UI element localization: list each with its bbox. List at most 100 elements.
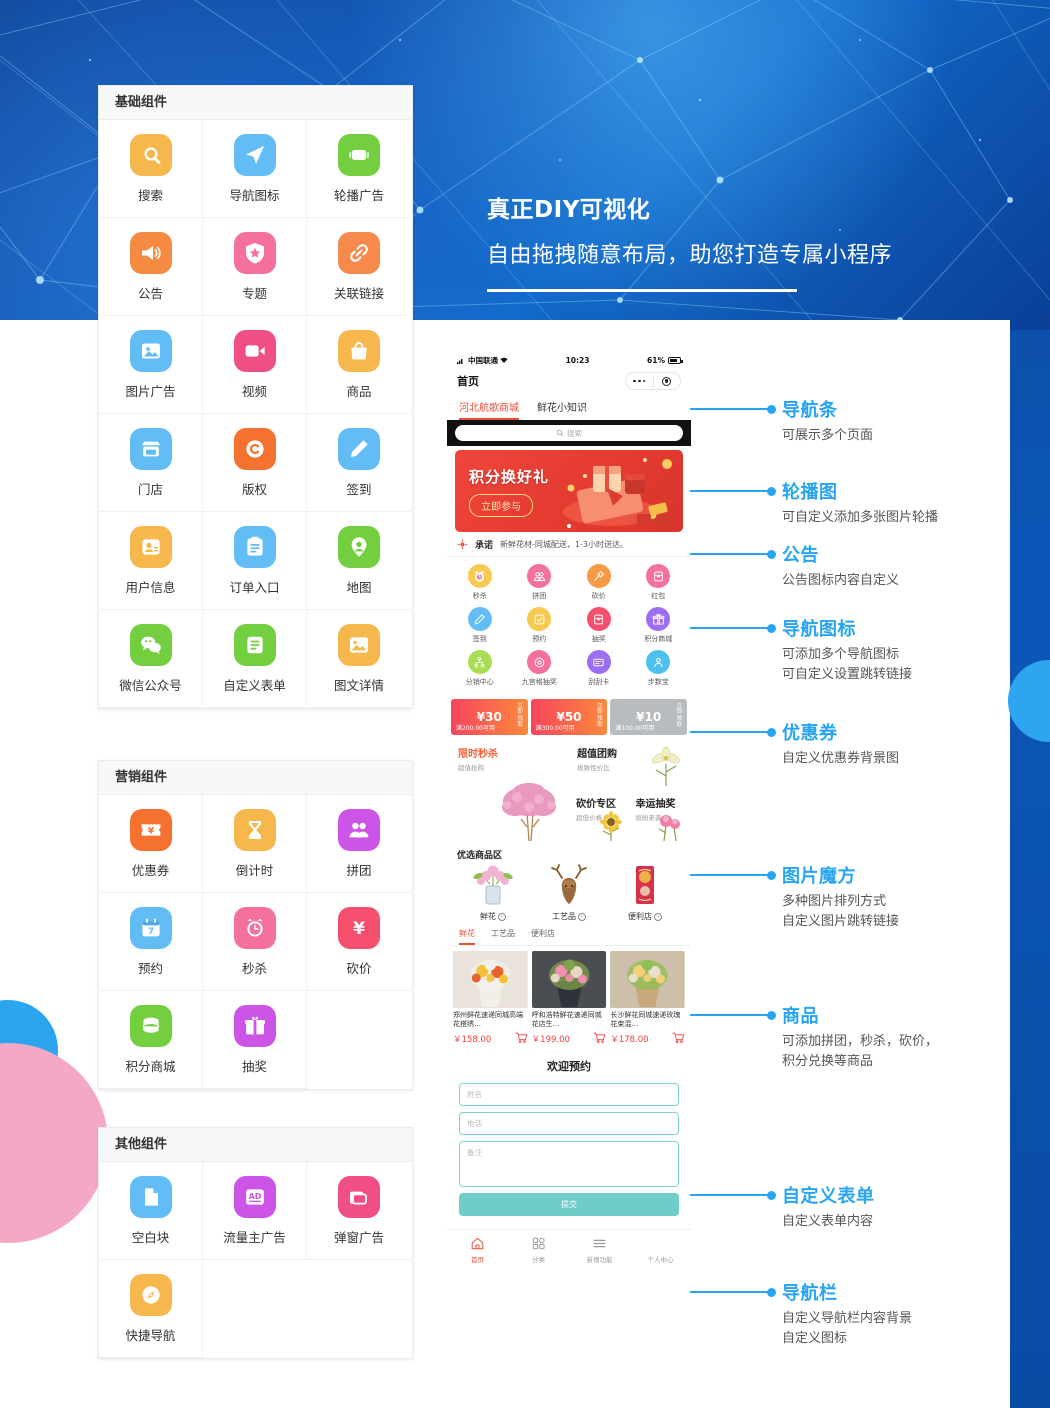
nav-tab-鲜花小知识[interactable]: 鲜花小知识 bbox=[537, 399, 587, 420]
product-image[interactable] bbox=[610, 951, 686, 1008]
search-input[interactable]: 搜索 bbox=[455, 425, 683, 441]
category-tab-便利店[interactable]: 便利店 bbox=[531, 928, 555, 945]
tabbar-item-首页[interactable]: 首页 bbox=[447, 1236, 508, 1264]
coupon-row[interactable]: ¥30 满200.00可用 立即领取 ¥50 满300.00可用 立即领取 ¥10 满100.… bbox=[447, 697, 691, 739]
leader-dot bbox=[767, 486, 776, 496]
product-list[interactable]: 郑州鲜花速递同城高端花搭绣… ￥158.00 呼和浩特鲜花速递同城花店生… ￥199.… bbox=[447, 946, 691, 1048]
nav-icon-预约[interactable]: 预约 bbox=[510, 607, 570, 644]
pick-item-鲜花[interactable]: 鲜花 › bbox=[455, 864, 531, 922]
component-cell-优惠券[interactable]: ¥ 优惠券 bbox=[99, 795, 203, 893]
component-cell-自定义表单[interactable]: 自定义表单 bbox=[203, 610, 307, 708]
carousel-banner[interactable]: 积分换好礼 立即参与 bbox=[455, 450, 683, 532]
annotation-导航图标: 导航图标 可添加多个导航图标 可自定义设置跳转链接 bbox=[782, 615, 912, 685]
bottom-tab-bar[interactable]: 首页 分类 新增功能 个人中心 bbox=[447, 1229, 691, 1271]
component-cell-秒杀[interactable]: 秒杀 bbox=[203, 893, 307, 991]
coupon-card[interactable]: ¥30 满200.00可用 立即领取 bbox=[451, 699, 528, 735]
leader-line bbox=[690, 627, 770, 629]
component-cell-导航图标[interactable]: 导航图标 bbox=[203, 120, 307, 218]
component-cell-门店[interactable]: 门店 bbox=[99, 414, 203, 512]
pick-item-便利店[interactable]: 便利店 › bbox=[607, 864, 683, 922]
cube-cell-3[interactable]: 幸运抽奖 缤纷来袭 bbox=[629, 790, 687, 843]
component-cell-微信公众号[interactable]: 微信公众号 bbox=[99, 610, 203, 708]
cube-cell-0[interactable]: 限时秒杀 超值抢购 bbox=[451, 739, 569, 843]
component-cell-用户信息[interactable]: 用户信息 bbox=[99, 512, 203, 610]
nav-bar-tabs[interactable]: 河北航歌商城 鲜花小知识 bbox=[447, 396, 691, 420]
coupon-card[interactable]: ¥50 满300.00可用 立即领取 bbox=[530, 699, 608, 735]
product-image[interactable] bbox=[453, 951, 528, 1008]
nav-icon-积分商城[interactable]: 积分商城 bbox=[629, 607, 689, 644]
category-tab-鲜花[interactable]: 鲜花 bbox=[459, 928, 475, 945]
component-cell-流量主广告[interactable]: AD 流量主广告 bbox=[203, 1162, 307, 1260]
component-cell-预约[interactable]: 7 预约 bbox=[99, 893, 203, 991]
product-card[interactable]: 郑州鲜花速递同城高端花搭绣… ￥158.00 bbox=[453, 951, 528, 1046]
nav-icon-抽奖[interactable]: 抽奖 bbox=[569, 607, 629, 644]
product-card[interactable]: 呼和浩特鲜花速递同城花店生… ￥199.00 bbox=[531, 951, 607, 1046]
component-cell-拼团[interactable]: 拼团 bbox=[307, 795, 411, 893]
component-cell-轮播广告[interactable]: 轮播广告 bbox=[307, 120, 411, 218]
category-tabs[interactable]: 鲜花 工艺品 便利店 bbox=[447, 925, 691, 946]
category-tab-工艺品[interactable]: 工艺品 bbox=[491, 928, 515, 945]
nav-icon-步数宝[interactable]: 步数宝 bbox=[629, 650, 689, 687]
carousel-indicator[interactable] bbox=[567, 524, 571, 528]
product-image[interactable] bbox=[531, 951, 607, 1008]
nav-icon-红包[interactable]: 红包 bbox=[629, 564, 689, 601]
pick-item-工艺品[interactable]: 工艺品 › bbox=[531, 864, 607, 922]
close-target-icon[interactable] bbox=[654, 376, 681, 386]
component-cell-弹窗广告[interactable]: 弹窗广告 bbox=[307, 1162, 411, 1260]
tabbar-item-新增功能[interactable]: 新增功能 bbox=[569, 1236, 630, 1264]
menu-lines-icon bbox=[593, 1239, 606, 1248]
component-cell-砍价[interactable]: ¥ 砍价 bbox=[307, 893, 411, 991]
component-label: 专题 bbox=[241, 285, 267, 301]
nav-icon-拼团[interactable]: 拼团 bbox=[510, 564, 570, 601]
component-cell-倒计时[interactable]: 倒计时 bbox=[203, 795, 307, 893]
component-cell-搜索[interactable]: 搜索 bbox=[99, 120, 203, 218]
component-cell-订单入口[interactable]: 订单入口 bbox=[203, 512, 307, 610]
component-cell-地图[interactable]: 地图 bbox=[307, 512, 411, 610]
name-field[interactable]: 姓名 bbox=[459, 1083, 679, 1106]
cart-icon[interactable] bbox=[672, 1032, 685, 1046]
image-cube[interactable]: 限时秒杀 超值抢购 超值团购 极致性价比 砍价专区 超低价格 幸运抽奖 缤纷来袭 bbox=[447, 739, 691, 843]
component-cell-关联链接[interactable]: 关联链接 bbox=[307, 218, 411, 316]
capsule-menu[interactable] bbox=[625, 372, 681, 390]
component-cell-签到[interactable]: 签到 bbox=[307, 414, 411, 512]
coupon-card[interactable]: ¥10 满100.00可用 立即领取 bbox=[610, 699, 688, 735]
tabbar-item-个人中心[interactable]: 个人中心 bbox=[630, 1236, 691, 1264]
nav-icon-九宫格抽奖[interactable]: 九宫格抽奖 bbox=[510, 650, 570, 687]
coupon-claim-button[interactable]: 立即领取 bbox=[676, 703, 683, 728]
group-people-icon bbox=[338, 808, 380, 851]
component-cell-快捷导航[interactable]: 快捷导航 bbox=[99, 1260, 203, 1358]
picks-row[interactable]: 鲜花 › 工艺品 › 便利店 › bbox=[447, 864, 691, 925]
cube-cell-2[interactable]: 砍价专区 超低价格 bbox=[570, 790, 628, 843]
component-cell-图文详情[interactable]: 图文详情 bbox=[307, 610, 411, 708]
component-cell-公告[interactable]: 公告 bbox=[99, 218, 203, 316]
coupon-claim-button[interactable]: 立即领取 bbox=[517, 703, 524, 728]
nav-icon-grid[interactable]: 秒杀 拼团 砍价 红包签到 预约 抽奖 积分商城分销中心 九宫格抽奖 刮刮卡 步数宝 bbox=[447, 557, 691, 697]
component-cell-版权[interactable]: 版权 bbox=[203, 414, 307, 512]
coupon-claim-button[interactable]: 立即领取 bbox=[596, 703, 603, 728]
component-cell-积分商城[interactable]: 积分商城 bbox=[99, 991, 203, 1089]
nav-icon-秒杀[interactable]: 秒杀 bbox=[450, 564, 510, 601]
component-cell-抽奖[interactable]: 抽奖 bbox=[203, 991, 307, 1089]
component-cell-专题[interactable]: 专题 bbox=[203, 218, 307, 316]
component-cell-图片广告[interactable]: 图片广告 bbox=[99, 316, 203, 414]
nav-tab-河北航歌商城[interactable]: 河北航歌商城 bbox=[459, 399, 519, 420]
component-cell-空白块[interactable]: 空白块 bbox=[99, 1162, 203, 1260]
tabbar-item-分类[interactable]: 分类 bbox=[508, 1236, 569, 1264]
component-label: 视频 bbox=[241, 383, 267, 399]
nav-icon-签到[interactable]: 签到 bbox=[450, 607, 510, 644]
phone-field[interactable]: 电话 bbox=[459, 1112, 679, 1135]
cart-icon[interactable] bbox=[515, 1032, 528, 1046]
nav-icon-砍价[interactable]: 砍价 bbox=[569, 564, 629, 601]
component-cell-视频[interactable]: 视频 bbox=[203, 316, 307, 414]
component-cell-商品[interactable]: 商品 bbox=[307, 316, 411, 414]
banner-cta-button[interactable]: 立即参与 bbox=[469, 493, 533, 517]
cart-icon[interactable] bbox=[593, 1032, 606, 1046]
more-icon[interactable] bbox=[626, 379, 653, 383]
cube-cell-1[interactable]: 超值团购 极致性价比 bbox=[570, 739, 687, 788]
announcement-bar[interactable]: 承诺 新鲜花材-同城配送，1-3小时送达。 bbox=[447, 532, 691, 557]
submit-button[interactable]: 提交 bbox=[459, 1193, 679, 1216]
nav-icon-刮刮卡[interactable]: 刮刮卡 bbox=[569, 650, 629, 687]
product-card[interactable]: 长沙鲜花同城速递玫瑰花束混… ￥178.00 bbox=[610, 951, 686, 1046]
nav-icon-分销中心[interactable]: 分销中心 bbox=[450, 650, 510, 687]
remark-field[interactable]: 备注 bbox=[459, 1141, 679, 1187]
